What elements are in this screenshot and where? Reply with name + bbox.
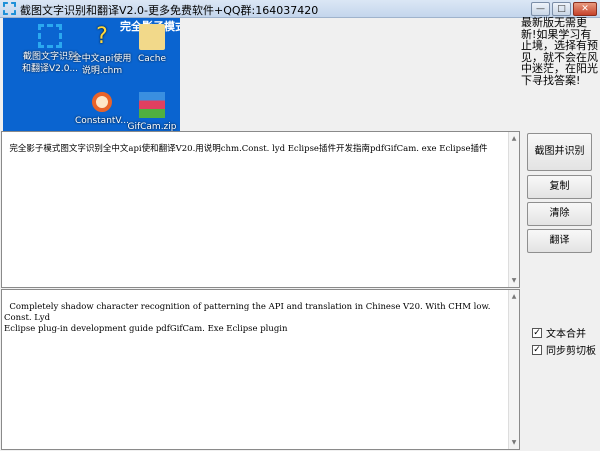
close-button[interactable]: ✕ — [573, 2, 597, 16]
update-notice: 最新版无需更新!如果学习有止境，选择有预见，就不会在风中迷茫，在阳光下寻找答案! — [521, 16, 598, 87]
checkbox-label: 文本合并 — [546, 329, 586, 340]
icon-label: 截图文字识别和翻译V2.0... — [21, 52, 79, 74]
captured-image-preview: 完全影子模式 截图文字识别和翻译V2.0... ? 全中文api使用说明.chm… — [3, 18, 180, 132]
desktop-icon: Cache — [121, 20, 180, 65]
scrollbar[interactable]: ▲ ▼ — [508, 290, 519, 449]
scrollbar[interactable]: ▲ ▼ — [508, 132, 519, 287]
clear-button[interactable]: 清除 — [527, 202, 592, 226]
app-icon — [3, 2, 16, 15]
source-text-area[interactable]: 完全影子模式图文字识别全中文api使和翻译V20.用说明chm.Const. l… — [1, 131, 520, 288]
translation-text-area[interactable]: Completely shadow character recognition … — [1, 289, 520, 450]
window-title: 截图文字识别和翻译V2.0-更多免费软件+QQ群:164037420 — [20, 4, 319, 17]
scroll-up-icon[interactable]: ▲ — [509, 133, 519, 144]
title-bar: 截图文字识别和翻译V2.0-更多免费软件+QQ群:164037420 — □ ✕ — [0, 0, 600, 18]
help-doc-icon: ? — [96, 24, 108, 49]
scroll-down-icon[interactable]: ▼ — [509, 437, 519, 448]
desktop-icon: GifCam.zip — [121, 88, 180, 132]
checkbox-label: 同步剪切板 — [546, 346, 596, 357]
merge-text-checkbox[interactable]: ✓ 文本合并 — [532, 325, 586, 340]
archive-icon — [139, 92, 165, 118]
translate-button[interactable]: 翻译 — [527, 229, 592, 253]
maximize-button[interactable]: □ — [552, 2, 571, 16]
magnifier-icon — [92, 92, 112, 112]
capture-recognize-button[interactable]: 截图并识别 — [527, 133, 592, 171]
copy-button[interactable]: 复制 — [527, 175, 592, 199]
scroll-up-icon[interactable]: ▲ — [509, 291, 519, 302]
source-text[interactable]: 完全影子模式图文字识别全中文api使和翻译V20.用说明chm.Const. l… — [9, 144, 487, 154]
sync-clipboard-checkbox[interactable]: ✓ 同步剪切板 — [532, 342, 596, 357]
folder-icon — [139, 24, 165, 50]
minimize-button[interactable]: — — [531, 2, 550, 16]
screenshot-icon — [38, 24, 62, 48]
scroll-down-icon[interactable]: ▼ — [509, 275, 519, 286]
checkbox-icon[interactable]: ✓ — [532, 327, 542, 338]
icon-label: Cache — [138, 54, 166, 64]
translated-text[interactable]: Completely shadow character recognition … — [4, 302, 493, 334]
checkbox-icon[interactable]: ✓ — [532, 344, 542, 355]
